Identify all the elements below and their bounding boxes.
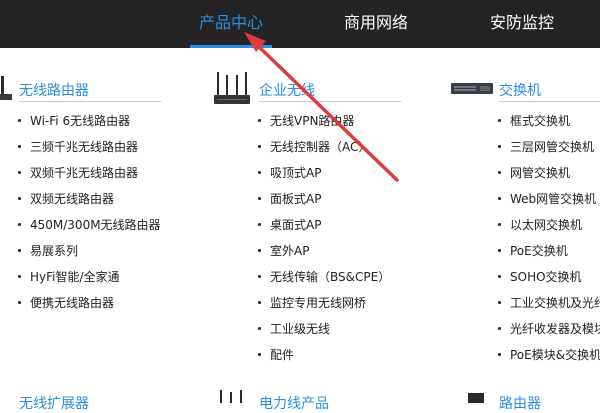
- list-item[interactable]: PoE交换机: [498, 242, 568, 259]
- bullet-icon: [498, 327, 501, 330]
- bullet-icon: [498, 353, 501, 356]
- bullet-icon: [258, 145, 261, 148]
- list-item[interactable]: 无线VPN路由器: [258, 112, 354, 129]
- top-nav: 产品中心 商用网络 安防监控: [0, 0, 600, 48]
- bullet-icon: [258, 275, 261, 278]
- list-item[interactable]: 工业交换机及光纤: [498, 294, 600, 311]
- list-item[interactable]: Wi-Fi 6无线路由器: [18, 112, 130, 129]
- bullet-icon: [18, 171, 21, 174]
- list-item[interactable]: 无线控制器（AC）: [258, 138, 370, 155]
- wireless-router-image: [0, 76, 12, 100]
- bullet-icon: [258, 197, 261, 200]
- router-image: [468, 393, 484, 403]
- list-item[interactable]: 室外AP: [258, 242, 309, 259]
- column-title-enterprise-wireless[interactable]: 企业无线: [259, 80, 315, 100]
- list-item[interactable]: 以太网交换机: [498, 216, 582, 233]
- list-item[interactable]: Web网管交换机: [498, 190, 596, 207]
- bullet-icon: [498, 249, 501, 252]
- column-divider: [499, 101, 600, 102]
- bullet-icon: [18, 197, 21, 200]
- bullet-icon: [258, 249, 261, 252]
- bullet-icon: [498, 171, 501, 174]
- nav-item-label: 安防监控: [489, 13, 554, 32]
- bullet-icon: [258, 353, 261, 356]
- bullet-icon: [498, 197, 501, 200]
- bullet-icon: [498, 301, 501, 304]
- bullet-icon: [18, 249, 21, 252]
- bullet-icon: [498, 145, 501, 148]
- list-item[interactable]: 双频千兆无线路由器: [18, 164, 138, 181]
- list-item[interactable]: 光纤收发器及模块: [498, 320, 600, 337]
- list-item[interactable]: 便携无线路由器: [18, 294, 114, 311]
- list-item[interactable]: 桌面式AP: [258, 216, 321, 233]
- column-title-powerline[interactable]: 电力线产品: [259, 393, 329, 413]
- nav-item-products[interactable]: 产品中心: [190, 0, 272, 48]
- list-item[interactable]: 450M/300M无线路由器: [18, 216, 161, 233]
- extender-image: [220, 390, 242, 403]
- column-title-range-extender[interactable]: 无线扩展器: [19, 393, 89, 413]
- switch-image: [451, 83, 493, 94]
- nav-item-label: 商用网络: [343, 13, 408, 32]
- bullet-icon: [258, 119, 261, 122]
- list-item[interactable]: 网管交换机: [498, 164, 570, 181]
- list-item[interactable]: SOHO交换机: [498, 268, 582, 285]
- bullet-icon: [498, 119, 501, 122]
- list-item[interactable]: 面板式AP: [258, 190, 321, 207]
- column-title-switches[interactable]: 交换机: [499, 80, 541, 100]
- list-item[interactable]: 工业级无线: [258, 320, 330, 337]
- bullet-icon: [498, 223, 501, 226]
- list-item[interactable]: HyFi智能/全家通: [18, 268, 120, 285]
- nav-item-security[interactable]: 安防监控: [482, 0, 562, 48]
- bullet-icon: [18, 119, 21, 122]
- active-tab-underline: [190, 45, 272, 48]
- enterprise-router-image: [214, 72, 250, 104]
- column-divider: [259, 101, 401, 102]
- bullet-icon: [18, 301, 21, 304]
- nav-item-label: 产品中心: [198, 13, 263, 32]
- bullet-icon: [498, 275, 501, 278]
- column-title-router[interactable]: 路由器: [499, 393, 541, 413]
- bullet-icon: [18, 145, 21, 148]
- column-title-wireless-router[interactable]: 无线路由器: [19, 80, 89, 100]
- list-item[interactable]: 双频无线路由器: [18, 190, 114, 207]
- list-item[interactable]: 吸顶式AP: [258, 164, 321, 181]
- bullet-icon: [18, 275, 21, 278]
- bullet-icon: [18, 223, 21, 226]
- list-item[interactable]: 易展系列: [18, 242, 78, 259]
- bullet-icon: [258, 223, 261, 226]
- bullet-icon: [258, 327, 261, 330]
- list-item[interactable]: 监控专用无线网桥: [258, 294, 366, 311]
- bullet-icon: [258, 171, 261, 174]
- list-item[interactable]: 配件: [258, 346, 294, 363]
- list-item[interactable]: 无线传输（BS&CPE）: [258, 268, 390, 285]
- nav-item-business-network[interactable]: 商用网络: [336, 0, 416, 48]
- bullet-icon: [258, 301, 261, 304]
- list-item[interactable]: PoE模块&交换机: [498, 346, 600, 363]
- list-item[interactable]: 三频千兆无线路由器: [18, 138, 138, 155]
- list-item[interactable]: 框式交换机: [498, 112, 570, 129]
- list-item[interactable]: 三层网管交换机: [498, 138, 594, 155]
- column-divider: [19, 101, 161, 102]
